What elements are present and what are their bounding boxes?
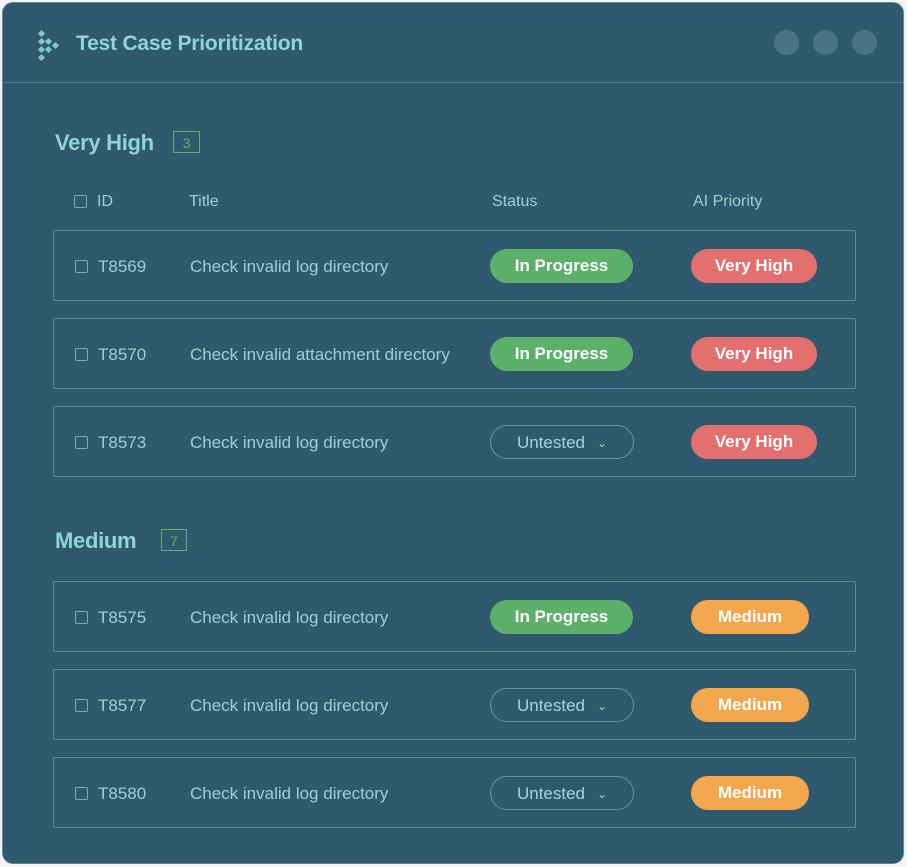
test-title: Check invalid attachment directory	[190, 345, 450, 364]
count-badge: 7	[161, 529, 187, 551]
chevron-down-icon: ⌄	[596, 436, 608, 450]
status-badge[interactable]: In Progress	[490, 249, 633, 283]
table-row[interactable]: T8575 Check invalid log directory In Pro…	[53, 581, 856, 652]
column-header-status[interactable]: Status	[492, 193, 537, 211]
row-checkbox[interactable]	[75, 611, 88, 624]
test-id: T8570	[98, 345, 147, 364]
chevron-dots-logo-icon	[37, 30, 60, 62]
status-dropdown[interactable]: Untested ⌄	[490, 776, 634, 810]
table-row[interactable]: T8570 Check invalid attachment directory…	[53, 318, 856, 389]
window-button-1[interactable]	[774, 30, 799, 55]
test-title: Check invalid log directory	[190, 433, 389, 452]
priority-badge: Medium	[691, 600, 809, 634]
chevron-down-icon: ⌄	[596, 787, 608, 801]
row-checkbox[interactable]	[75, 436, 88, 449]
table-row[interactable]: T8573 Check invalid log directory Untest…	[53, 406, 856, 477]
status-dropdown-label: Untested	[516, 784, 585, 803]
test-title: Check invalid log directory	[190, 696, 389, 715]
test-id: T8573	[98, 433, 147, 452]
status-dropdown[interactable]: Untested ⌄	[490, 688, 634, 722]
column-header-title[interactable]: Title	[189, 193, 219, 211]
chevron-down-icon: ⌄	[596, 699, 608, 713]
window-button-3[interactable]	[852, 30, 877, 55]
status-badge[interactable]: In Progress	[490, 337, 633, 371]
app-window: Test Case Prioritization Very High 3 ID …	[2, 2, 904, 864]
column-header-id[interactable]: ID	[97, 193, 113, 211]
app-title: Test Case Prioritization	[76, 32, 304, 55]
priority-badge: Medium	[691, 776, 809, 810]
section-title-very-high: Very High	[55, 130, 154, 155]
status-dropdown-label: Untested	[516, 433, 585, 452]
count-badge: 3	[173, 131, 200, 153]
table-row[interactable]: T8577 Check invalid log directory Untest…	[53, 669, 856, 740]
test-id: T8580	[98, 784, 147, 803]
test-title: Check invalid log directory	[190, 784, 389, 803]
status-dropdown[interactable]: Untested ⌄	[490, 425, 634, 459]
table-row[interactable]: T8580 Check invalid log directory Untest…	[53, 757, 856, 828]
test-id: T8569	[98, 257, 147, 276]
row-checkbox[interactable]	[75, 348, 88, 361]
status-dropdown-label: Untested	[516, 696, 585, 715]
priority-badge: Very High	[691, 425, 817, 459]
test-title: Check invalid log directory	[190, 608, 389, 627]
column-header-ai-priority[interactable]: AI Priority	[693, 193, 762, 211]
table-row[interactable]: T8569 Check invalid log directory In Pro…	[53, 230, 856, 301]
priority-badge: Medium	[691, 688, 809, 722]
priority-badge: Very High	[691, 249, 817, 283]
section-title-medium: Medium	[55, 528, 137, 553]
priority-badge: Very High	[691, 337, 817, 371]
test-id: T8575	[98, 608, 147, 627]
row-checkbox[interactable]	[75, 699, 88, 712]
title-bar: Test Case Prioritization	[3, 3, 903, 83]
status-badge[interactable]: In Progress	[490, 600, 633, 634]
window-button-2[interactable]	[813, 30, 838, 55]
select-all-checkbox[interactable]	[74, 195, 87, 208]
row-checkbox[interactable]	[75, 787, 88, 800]
row-checkbox[interactable]	[75, 260, 88, 273]
test-id: T8577	[98, 696, 147, 715]
test-title: Check invalid log directory	[190, 257, 389, 276]
